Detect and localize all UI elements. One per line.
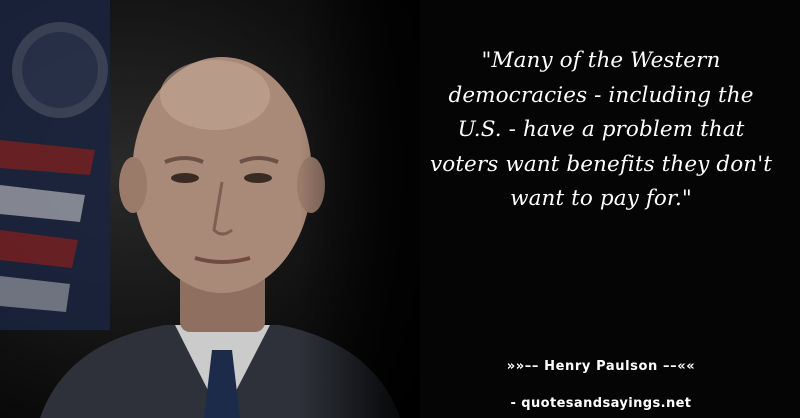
eye-right bbox=[244, 173, 272, 183]
eye-left bbox=[171, 173, 199, 183]
flag-background bbox=[0, 0, 110, 330]
photo-fade-overlay bbox=[300, 0, 420, 418]
quote-text: "Many of the Western democracies - inclu… bbox=[430, 48, 772, 211]
portrait-photo bbox=[0, 0, 420, 418]
quote-card: "Many of the Western democracies - inclu… bbox=[0, 0, 800, 418]
ear-left bbox=[119, 157, 147, 213]
head-highlight bbox=[160, 60, 270, 130]
quote-author: »»–– Henry Paulson ––«« bbox=[506, 359, 696, 374]
source-website: - quotesandsayings.net bbox=[510, 396, 692, 411]
